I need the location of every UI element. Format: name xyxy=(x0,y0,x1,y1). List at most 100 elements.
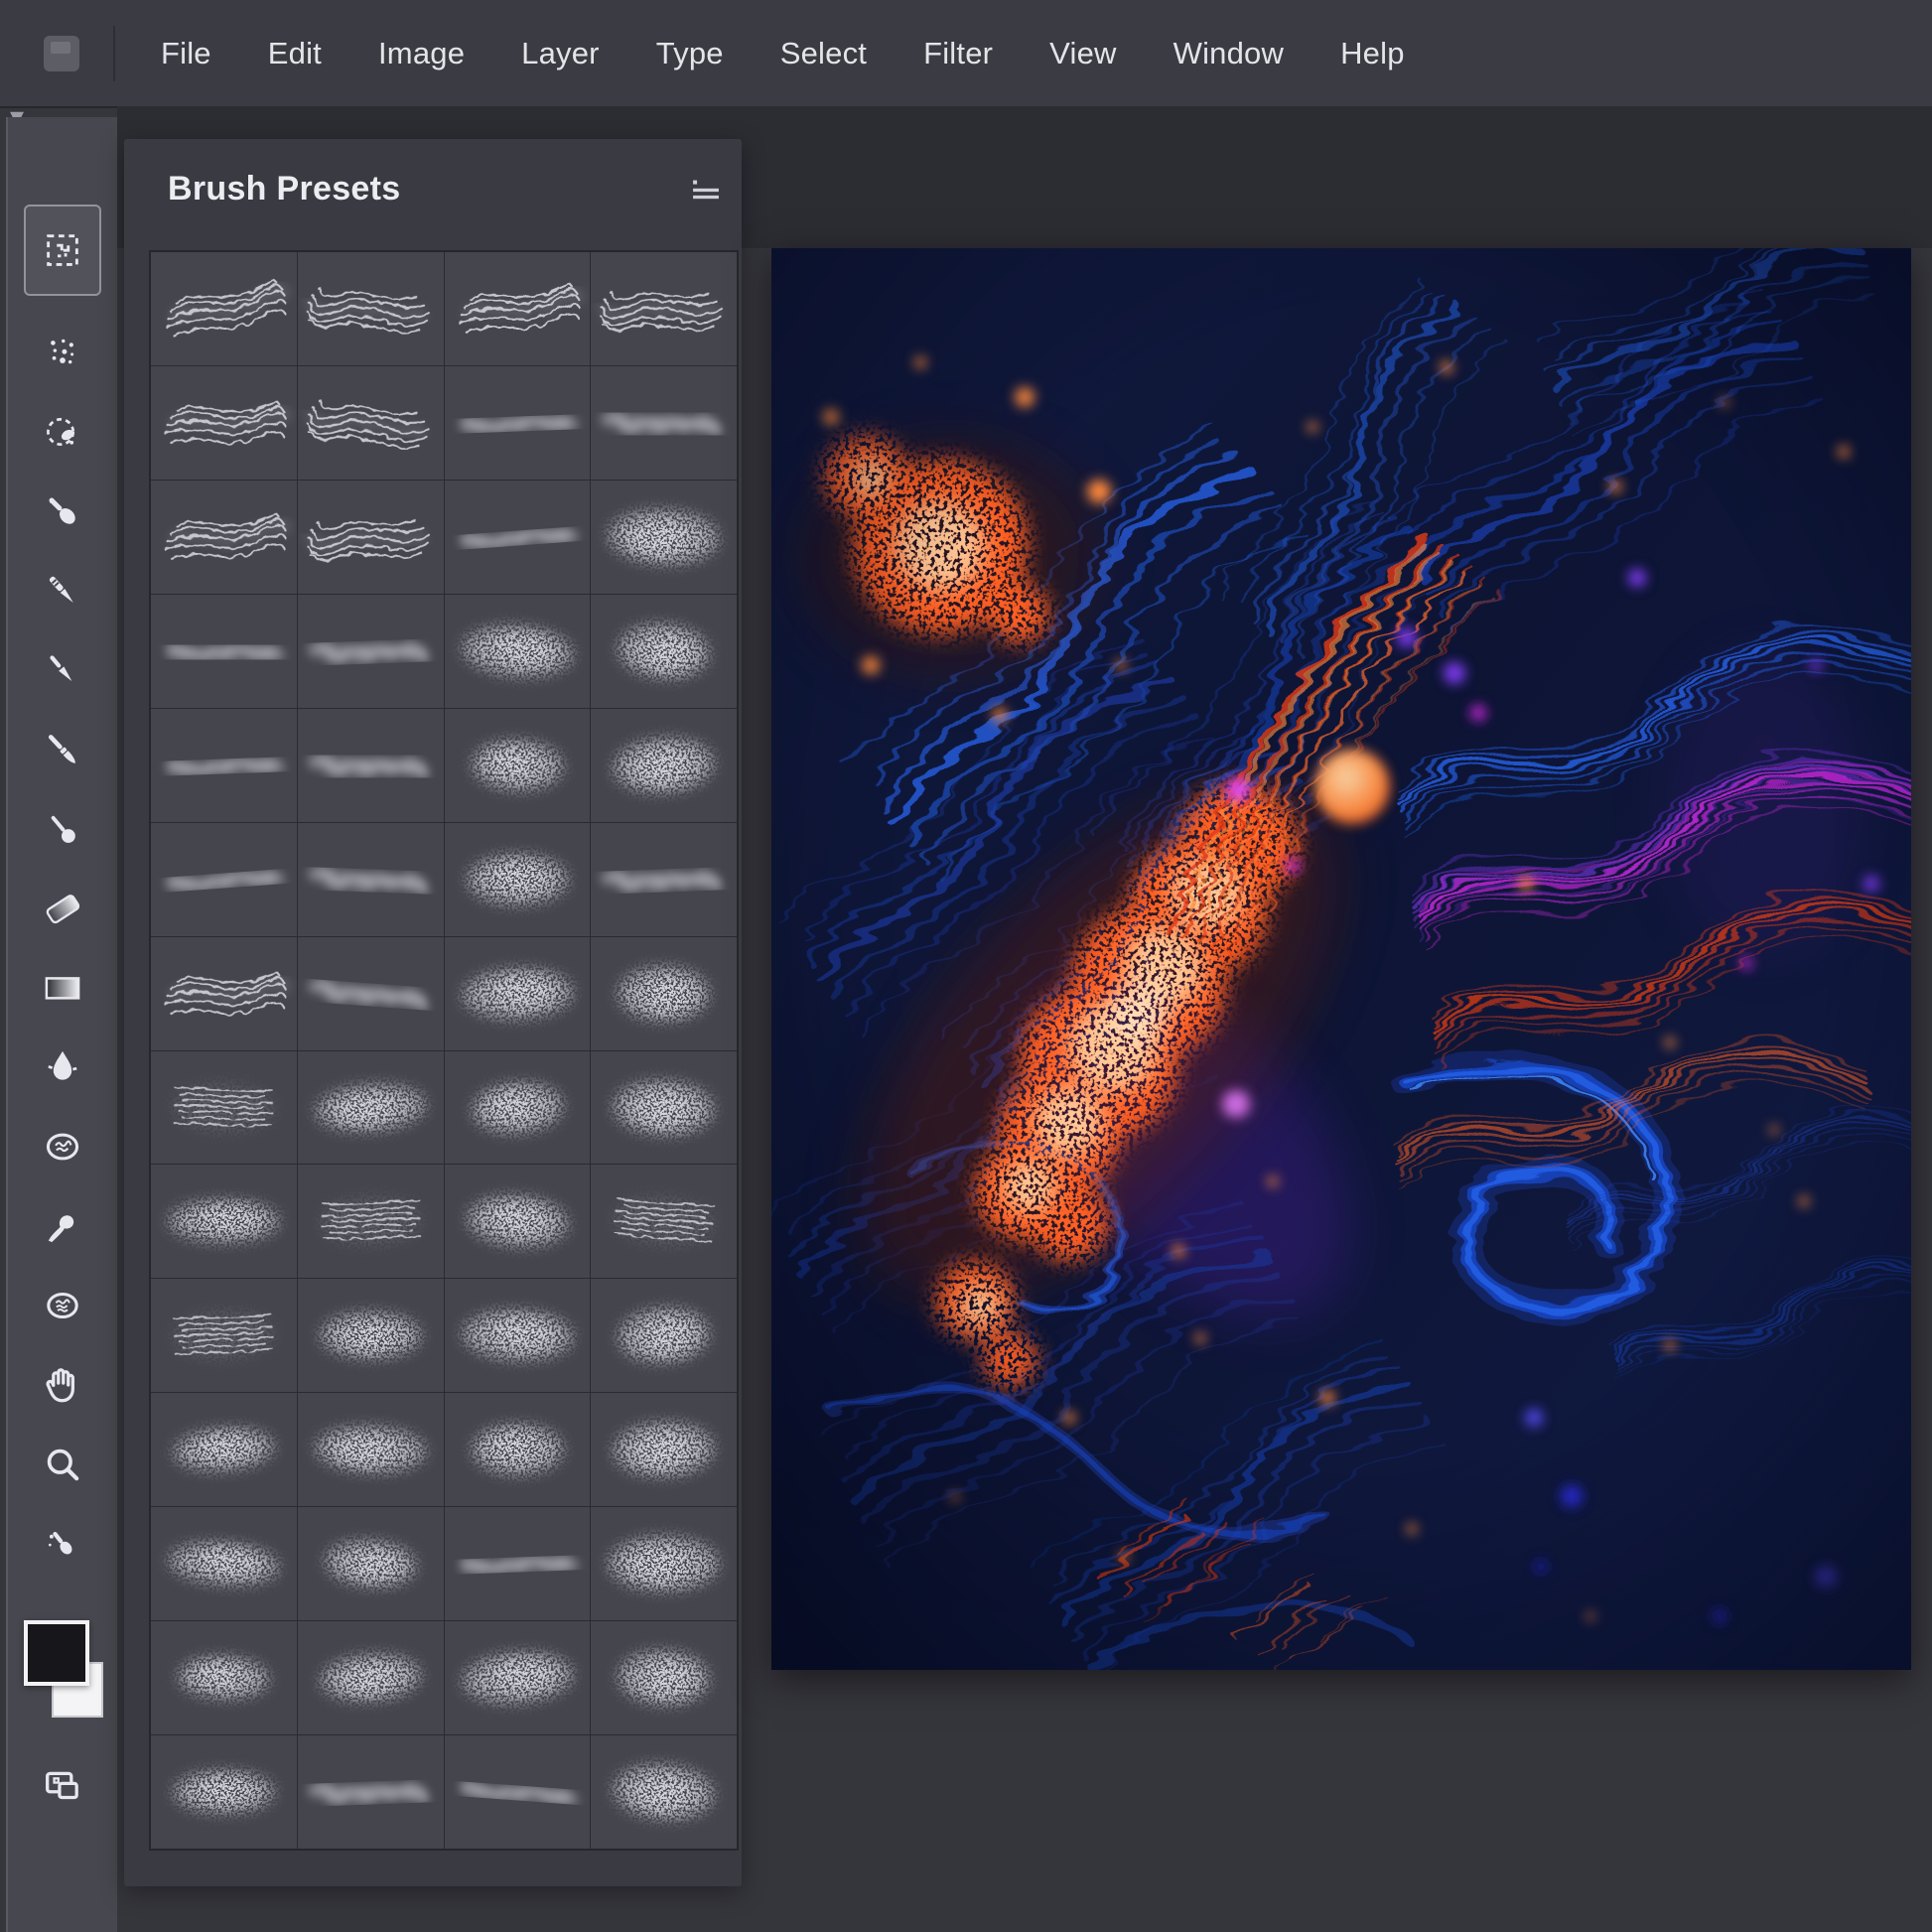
brush-preset-51-grain[interactable] xyxy=(445,1621,591,1734)
menu-item-layer[interactable]: Layer xyxy=(521,36,600,71)
menu-item-type[interactable]: Type xyxy=(656,36,724,71)
brush-preset-54-soft[interactable] xyxy=(298,1735,444,1849)
brush-preset-8-soft[interactable] xyxy=(591,366,737,480)
pen-brush-tool[interactable] xyxy=(30,641,95,699)
foreground-color-swatch[interactable] xyxy=(24,1620,89,1686)
brush-preset-16-grain[interactable] xyxy=(591,595,737,708)
brush-preset-34-striate[interactable] xyxy=(298,1165,444,1278)
menu-item-window[interactable]: Window xyxy=(1173,36,1284,71)
brush-preset-3-lines[interactable] xyxy=(445,252,591,365)
brush-preset-15-grain[interactable] xyxy=(445,595,591,708)
brush-preset-50-grain[interactable] xyxy=(298,1621,444,1734)
brush-preset-43-grain[interactable] xyxy=(445,1393,591,1506)
wrench-icon xyxy=(40,1203,85,1249)
zoom-tool[interactable] xyxy=(30,1436,95,1493)
round-smudge-tool[interactable] xyxy=(30,800,95,858)
brush-preset-32-grain[interactable] xyxy=(591,1051,737,1165)
brush-preset-55-soft[interactable] xyxy=(445,1735,591,1849)
brush-preset-6-lines[interactable] xyxy=(298,366,444,480)
brush-preset-46-grain[interactable] xyxy=(298,1507,444,1620)
brush-preset-24-soft[interactable] xyxy=(591,823,737,936)
brush-preset-5-lines[interactable] xyxy=(151,366,297,480)
brush-preset-10-lines[interactable] xyxy=(298,481,444,594)
brush-preset-47-soft[interactable] xyxy=(445,1507,591,1620)
knife-icon xyxy=(40,568,85,614)
brush-preset-12-grain[interactable] xyxy=(591,481,737,594)
brush-preset-30-grain[interactable] xyxy=(298,1051,444,1165)
brush-preset-39-grain[interactable] xyxy=(445,1279,591,1392)
paintbrush-icon xyxy=(40,727,85,772)
brush-preset-52-grain[interactable] xyxy=(591,1621,737,1734)
brush-preset-31-grain[interactable] xyxy=(445,1051,591,1165)
panel-menu-button[interactable] xyxy=(684,171,728,208)
brush-preset-36-striate[interactable] xyxy=(591,1165,737,1278)
menu-item-select[interactable]: Select xyxy=(780,36,867,71)
menu-divider xyxy=(113,26,115,81)
smudge-icon xyxy=(40,806,85,852)
brush-preset-14-soft[interactable] xyxy=(298,595,444,708)
menu-item-filter[interactable]: Filter xyxy=(923,36,993,71)
angled-brush-tool[interactable] xyxy=(30,483,95,540)
panel-menu-icon xyxy=(686,172,726,207)
brush-preset-48-grain[interactable] xyxy=(591,1507,737,1620)
brush-preset-4-lines[interactable] xyxy=(591,252,737,365)
airbrush-tool[interactable] xyxy=(30,1197,95,1255)
menu-item-file[interactable]: File xyxy=(161,36,211,71)
brush-small-icon xyxy=(40,1521,85,1567)
app-logo-icon[interactable] xyxy=(44,36,79,71)
paintbrush-tool[interactable] xyxy=(30,721,95,778)
scatter-lasso-tool[interactable] xyxy=(30,324,95,381)
menu-item-view[interactable]: View xyxy=(1049,36,1116,71)
brush-preset-19-grain[interactable] xyxy=(445,709,591,822)
blur-drop-tool[interactable] xyxy=(30,1038,95,1096)
menu-item-image[interactable]: Image xyxy=(378,36,465,71)
menu-item-edit[interactable]: Edit xyxy=(268,36,322,71)
sponge-tool[interactable] xyxy=(30,1118,95,1175)
brush-preset-37-striate[interactable] xyxy=(151,1279,297,1392)
detail-brush-tool[interactable] xyxy=(30,1515,95,1573)
brush-preset-41-grain[interactable] xyxy=(151,1393,297,1506)
brush-preset-22-soft[interactable] xyxy=(298,823,444,936)
brush-preset-2-lines[interactable] xyxy=(298,252,444,365)
gradient-tool[interactable] xyxy=(30,959,95,1017)
brush-preset-21-soft[interactable] xyxy=(151,823,297,936)
hand-icon xyxy=(40,1362,85,1408)
brush-preset-1-lines[interactable] xyxy=(151,252,297,365)
menu-item-help[interactable]: Help xyxy=(1340,36,1405,71)
brush-preset-25-lines[interactable] xyxy=(151,937,297,1050)
brush-preset-44-grain[interactable] xyxy=(591,1393,737,1506)
brush-preset-42-grain[interactable] xyxy=(298,1393,444,1506)
swirl-icon xyxy=(40,409,85,455)
eraser-tool[interactable] xyxy=(30,880,95,937)
scatter-icon xyxy=(40,330,85,375)
brush-preset-27-grain[interactable] xyxy=(445,937,591,1050)
brush-preset-45-grain[interactable] xyxy=(151,1507,297,1620)
canvas-artwork xyxy=(771,248,1911,1670)
brush-preset-7-soft[interactable] xyxy=(445,366,591,480)
brush-preset-29-striate[interactable] xyxy=(151,1051,297,1165)
brush-preset-38-grain[interactable] xyxy=(298,1279,444,1392)
screen-mode-button[interactable] xyxy=(30,1757,95,1815)
brush-preset-49-grain[interactable] xyxy=(151,1621,297,1734)
brush-preset-28-grain[interactable] xyxy=(591,937,737,1050)
pattern-stamp-tool[interactable] xyxy=(30,403,95,461)
brush-preset-53-grain[interactable] xyxy=(151,1735,297,1849)
color-swatches[interactable] xyxy=(24,1620,101,1712)
brush-preset-40-grain[interactable] xyxy=(591,1279,737,1392)
brush-preset-56-grain[interactable] xyxy=(591,1735,737,1849)
hand-tool[interactable] xyxy=(30,1356,95,1414)
brush-preset-17-soft[interactable] xyxy=(151,709,297,822)
marquee-tool[interactable] xyxy=(24,205,101,296)
brush-preset-35-grain[interactable] xyxy=(445,1165,591,1278)
smear-tool[interactable] xyxy=(30,1277,95,1334)
brush-preset-23-grain[interactable] xyxy=(445,823,591,936)
brush-preset-33-grain[interactable] xyxy=(151,1165,297,1278)
brush-preset-13-soft[interactable] xyxy=(151,595,297,708)
knife-tool[interactable] xyxy=(30,562,95,620)
brush-preset-11-soft[interactable] xyxy=(445,481,591,594)
brush-preset-18-soft[interactable] xyxy=(298,709,444,822)
brush-preset-26-soft[interactable] xyxy=(298,937,444,1050)
brush-preset-20-grain[interactable] xyxy=(591,709,737,822)
document-canvas[interactable] xyxy=(771,248,1911,1670)
brush-preset-9-lines[interactable] xyxy=(151,481,297,594)
